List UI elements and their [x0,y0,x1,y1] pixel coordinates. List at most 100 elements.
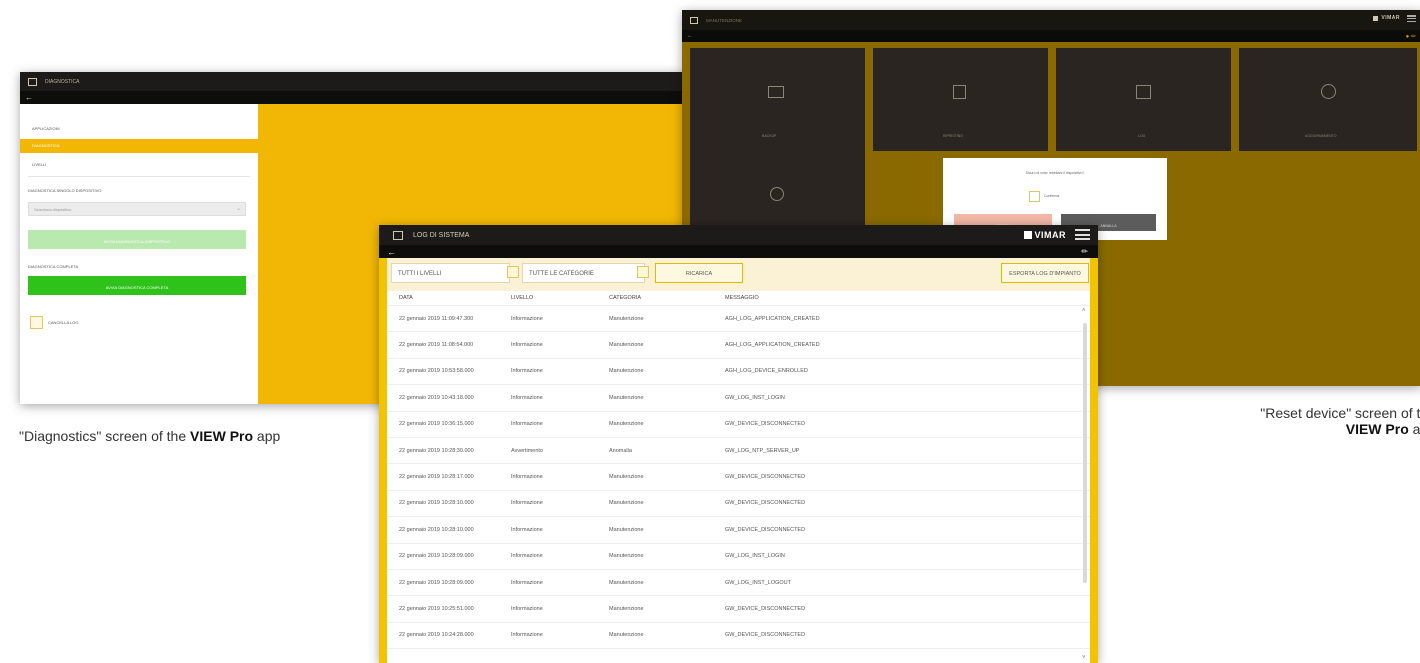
cell-level: Informazione [511,553,543,560]
cell-category: Manutenzione [609,553,644,560]
cell-message: GW_DEVICE_DISCONNECTED [725,474,806,481]
cell-message: AGH_LOG_APPLICATION_CREATED [725,342,820,349]
log-table: DATA LIVELLO CATEGORIA MESSAGGIO 22 genn… [387,291,1090,663]
scrollbar-thumb[interactable] [1083,323,1087,583]
cell-date: 22 gennaio 2019 10:28:17.000 [399,474,474,481]
diagnostics-caption: "Diagnostics" screen of the VIEW Pro app [19,428,281,444]
cell-date: 22 gennaio 2019 11:08:54.000 [399,342,474,349]
table-row[interactable]: 22 gennaio 2019 10:25:51.000 Informazione… [387,596,1090,623]
cell-message: GW_LOG_INST_LOGOUT [725,579,792,586]
home-icon[interactable] [393,230,403,240]
wrench-icon[interactable]: ● ✏ [1406,33,1416,40]
cell-category: Manutenzione [609,605,644,612]
start-device-diagnostics-button[interactable]: AVVIA DIAGNOSTICA DISPOSITIVO [28,230,246,249]
filter-bar: TUTTI I LIVELLI TUTTE LE CATEGORIE RICAR… [387,258,1090,291]
table-row[interactable]: 22 gennaio 2019 10:43:18.000 Informazione… [387,385,1090,412]
table-row[interactable]: 22 gennaio 2019 10:28:09.000 Informazione… [387,570,1090,597]
title-bar: MANUTENZIONE VIMAR [682,10,1420,30]
cell-level: Informazione [511,368,543,375]
tile-restore[interactable]: RIPRISTINO [873,48,1048,151]
cell-level: Informazione [511,632,543,639]
cell-message: GW_LOG_INST_LOGIN [725,394,785,401]
cell-message: GW_DEVICE_DISCONNECTED [725,605,806,612]
table-row[interactable]: 22 gennaio 2019 10:53:58.000 Informazione… [387,359,1090,386]
cell-category: Manutenzione [609,632,644,639]
cell-date: 22 gennaio 2019 10:28:30.000 [399,447,474,454]
column-header-date[interactable]: DATA [387,295,511,301]
back-arrow-icon[interactable]: ← [25,93,33,102]
title-bar: DIAGNOSTICA VIMAR [20,72,752,91]
table-row[interactable]: 22 gennaio 2019 10:36:15.000 Informazione… [387,412,1090,438]
briefcase-icon [768,86,784,98]
title-bar: LOG DI SISTEMA VIMAR [379,225,1098,245]
column-header-message[interactable]: MESSAGGIO [725,295,1090,301]
gauge-icon [1321,84,1336,99]
cell-date: 22 gennaio 2019 10:25:51.000 [399,605,474,612]
clear-log-checkbox[interactable] [30,316,43,329]
table-row[interactable]: 22 gennaio 2019 11:09:47.300 Informazione… [387,306,1090,333]
nav-bar: ← ● ✏ [682,30,1420,42]
confirm-label: Conferma [1044,194,1060,198]
chevron-down-icon: ⌄ [235,206,241,212]
back-arrow-icon[interactable]: ← [687,33,693,39]
level-filter-checkbox[interactable] [507,266,519,278]
scroll-up-icon[interactable]: ˄ [1082,308,1086,314]
nav-bar: ← ✏ [379,245,1098,258]
device-select[interactable]: Seleziona dispositivo ⌄ [28,202,246,216]
menu-icon[interactable] [1407,15,1416,22]
cell-date: 22 gennaio 2019 11:09:47.300 [399,315,474,322]
category-filter-select[interactable]: TUTTE LE CATEGORIE [522,263,645,283]
nav-bar: ← ✏ [20,91,752,104]
cell-category: Manutenzione [609,474,644,481]
cell-category: Manutenzione [609,579,644,586]
cell-level: Avvertimento [511,447,543,454]
table-row[interactable]: 22 gennaio 2019 10:28:17.000 Informazione… [387,464,1090,491]
scrollbar[interactable]: ˄ ˅ [1082,308,1088,661]
dialog-message: Sicuro di voler resettare il dispositivo… [1025,171,1085,175]
cell-message: GW_DEVICE_DISCONNECTED [725,500,806,507]
cell-category: Anomalia [609,447,632,454]
cell-date: 22 gennaio 2019 10:28:10.000 [399,526,474,533]
start-full-diagnostics-button[interactable]: AVVIA DIAGNOSTICA COMPLETA [28,276,246,295]
home-icon[interactable] [28,77,37,86]
cell-level: Informazione [511,421,543,428]
menu-item-diagnostica[interactable]: DIAGNOSTICA [20,139,258,153]
menu-icon[interactable] [1075,229,1090,240]
cell-date: 22 gennaio 2019 10:28:10.000 [399,500,474,507]
menu-item-livelli[interactable]: LIVELLI [32,162,46,167]
home-icon[interactable] [690,16,698,24]
tile-log[interactable]: LOG [1056,48,1231,151]
cell-message: GW_DEVICE_DISCONNECTED [725,632,806,639]
vimar-logo: VIMAR [1023,230,1067,240]
cell-level: Informazione [511,474,543,481]
table-row[interactable]: 22 gennaio 2019 10:28:30.000 Avvertimento… [387,438,1090,465]
table-header: DATA LIVELLO CATEGORIA MESSAGGIO [387,291,1090,306]
cell-date: 22 gennaio 2019 10:28:09.000 [399,553,474,560]
scroll-down-icon[interactable]: ˅ [1082,655,1086,661]
column-header-level[interactable]: LIVELLO [511,295,609,301]
cell-date: 22 gennaio 2019 10:53:58.000 [399,368,474,375]
tile-reset[interactable] [690,151,865,231]
reload-button[interactable]: RICARICA [655,263,743,283]
category-filter-checkbox[interactable] [637,266,649,278]
cell-category: Manutenzione [609,500,644,507]
diagnostics-panel: APPLICAZIONI DIAGNOSTICA LIVELLI DIAGNOS… [20,104,258,404]
menu-item-applicazioni[interactable]: APPLICAZIONI [32,126,60,131]
cell-message: GW_LOG_NTP_SERVER_UP [725,447,800,454]
cell-message: AGH_LOG_APPLICATION_CREATED [725,315,820,322]
table-row[interactable]: 22 gennaio 2019 11:08:54.000 Informazione… [387,332,1090,359]
confirm-checkbox[interactable] [1029,191,1040,202]
table-row[interactable]: 22 gennaio 2019 10:28:09.000 Informazione… [387,544,1090,570]
level-filter-select[interactable]: TUTTI I LIVELLI [391,263,510,283]
tile-update[interactable]: AGGIORNAMENTO [1239,48,1417,151]
wrench-icon[interactable]: ✏ [1081,247,1088,256]
table-row[interactable]: 22 gennaio 2019 10:24:28.000 Informazione… [387,623,1090,650]
tile-backup[interactable]: BACKUP [690,48,865,151]
table-row[interactable]: 22 gennaio 2019 10:28:10.000 Informazione… [387,491,1090,518]
table-row[interactable]: 22 gennaio 2019 10:28:10.000 Informazione… [387,517,1090,544]
cell-message: AGH_LOG_DEVICE_ENROLLED [725,368,808,375]
export-log-button[interactable]: ESPORTA LOG D'IMPIANTO [1001,263,1089,283]
column-header-category[interactable]: CATEGORIA [609,295,725,301]
back-arrow-icon[interactable]: ← [387,247,396,257]
vimar-logo: VIMAR [1373,15,1400,21]
